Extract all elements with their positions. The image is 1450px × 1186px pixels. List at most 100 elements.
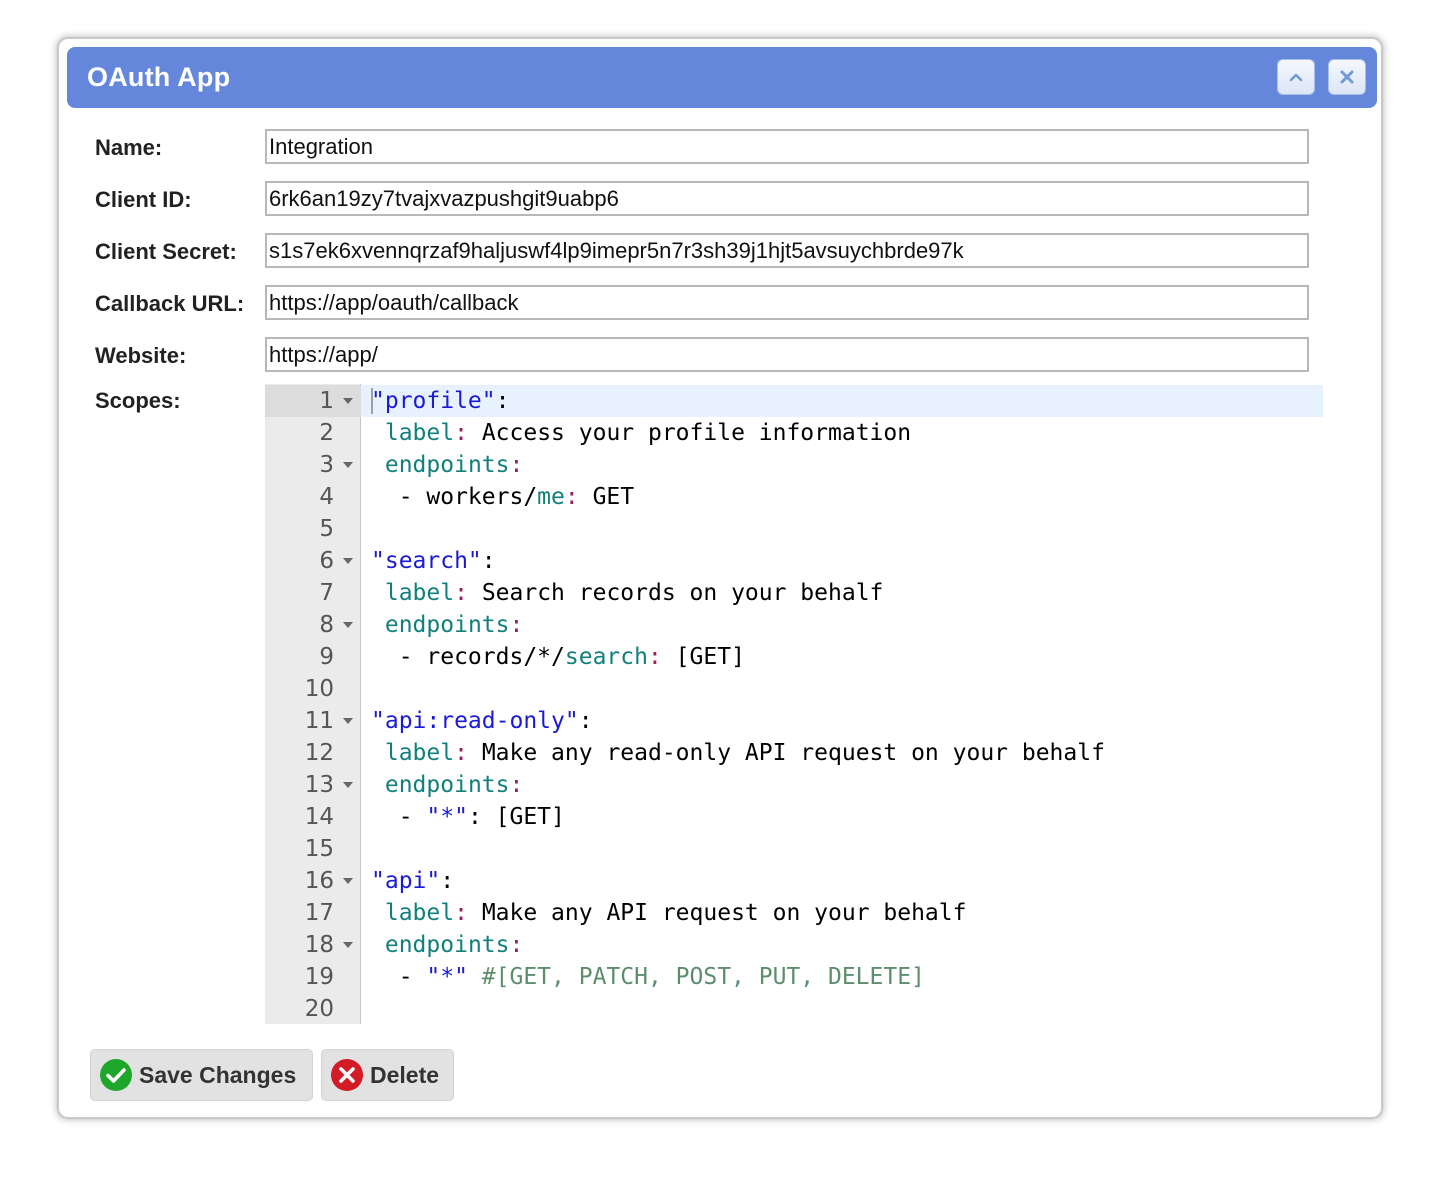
code-token: label <box>384 900 455 926</box>
code-token: : [GET] <box>467 804 565 830</box>
fold-toggle-icon[interactable] <box>343 462 353 468</box>
text-cursor <box>371 388 373 414</box>
code-text: label: Search records on your behalf <box>361 577 1323 609</box>
code-token: - <box>371 964 427 990</box>
code-token: "api" <box>371 868 441 894</box>
code-token: : <box>495 388 510 414</box>
line-number: 18 <box>265 929 361 961</box>
fold-toggle-icon[interactable] <box>343 558 353 564</box>
code-line[interactable]: 1 "profile": <box>265 385 1323 417</box>
website-input[interactable] <box>265 337 1309 372</box>
code-text: "profile": <box>361 385 1323 417</box>
fold-toggle-icon[interactable] <box>343 878 353 884</box>
name-input[interactable] <box>265 129 1309 164</box>
line-number: 14 <box>304 804 334 830</box>
line-number: 11 <box>265 705 361 737</box>
code-token: Make any API request on your behalf <box>467 900 967 926</box>
callback-url-input[interactable] <box>265 285 1309 320</box>
fold-toggle-icon[interactable] <box>343 782 353 788</box>
code-line[interactable]: 14 - "*": [GET] <box>265 801 1323 833</box>
callback-url-label: Callback URL: <box>95 291 245 316</box>
dialog-title: OAuth App <box>87 62 231 92</box>
fold-toggle-icon[interactable] <box>343 942 353 948</box>
code-token: "*" <box>426 804 468 830</box>
line-number: 4 <box>319 484 334 510</box>
client-id-input[interactable] <box>265 181 1309 216</box>
code-token: : <box>509 452 524 478</box>
client-secret-input[interactable] <box>265 233 1309 268</box>
save-changes-button[interactable]: Save Changes <box>90 1049 313 1101</box>
code-line[interactable]: 17 label: Make any API request on your b… <box>265 897 1323 929</box>
name-label: Name: <box>95 135 163 160</box>
code-line[interactable]: 12 label: Make any read-only API request… <box>265 737 1323 769</box>
code-line[interactable]: 5 <box>265 513 1323 545</box>
fold-toggle-icon[interactable] <box>343 622 353 628</box>
line-number: 9 <box>319 644 334 670</box>
line-number: 10 <box>304 676 334 702</box>
code-text: endpoints: <box>361 929 1323 961</box>
client-id-label: Client ID: <box>95 187 192 212</box>
fold-toggle-icon[interactable] <box>343 398 353 404</box>
close-button[interactable] <box>1328 59 1366 95</box>
code-token: search <box>564 644 648 670</box>
collapse-button[interactable] <box>1277 59 1315 95</box>
code-token: "api:read-only" <box>371 708 579 734</box>
code-token: [GET] <box>661 644 745 670</box>
code-token: #[GET, PATCH, POST, PUT, DELETE] <box>481 964 925 990</box>
code-line[interactable]: 4 - workers/me: GET <box>265 481 1323 513</box>
code-token: Access your profile information <box>467 420 912 446</box>
line-number: 2 <box>319 420 334 446</box>
oauth-app-dialog: OAuth App Name: Client ID: Client Secret… <box>58 38 1382 1118</box>
code-line[interactable]: 15 <box>265 833 1323 865</box>
code-line[interactable]: 7 label: Search records on your behalf <box>265 577 1323 609</box>
code-text: - "*": [GET] <box>361 801 1323 833</box>
delete-button[interactable]: Delete <box>321 1049 454 1101</box>
code-token: : <box>578 708 593 734</box>
code-text: endpoints: <box>361 769 1323 801</box>
code-token: "search" <box>371 548 482 574</box>
code-line[interactable]: 9 - records/*/search: [GET] <box>265 641 1323 673</box>
code-token: endpoints <box>384 452 510 478</box>
code-text: label: Access your profile information <box>361 417 1323 449</box>
code-line[interactable]: 2 label: Access your profile information <box>265 417 1323 449</box>
code-line[interactable]: 19 - "*" #[GET, PATCH, POST, PUT, DELETE… <box>265 961 1323 993</box>
code-text: - workers/me: GET <box>361 481 1323 513</box>
code-token: - workers/ <box>371 484 538 510</box>
scopes-code-editor[interactable]: 1 "profile": 2 label: Access your profile … <box>265 384 1323 1024</box>
line-number: 1 <box>265 385 361 417</box>
fold-toggle-icon[interactable] <box>343 718 353 724</box>
code-line[interactable]: 3 endpoints: <box>265 449 1323 481</box>
code-text: "search": <box>361 545 1323 577</box>
code-line[interactable]: 11 "api:read-only": <box>265 705 1323 737</box>
code-line[interactable]: 10 <box>265 673 1323 705</box>
x-circle-icon <box>331 1059 363 1091</box>
save-changes-label: Save Changes <box>139 1061 297 1088</box>
code-token: : <box>509 932 524 958</box>
code-text: endpoints: <box>361 449 1323 481</box>
dialog-titlebar[interactable]: OAuth App <box>67 47 1377 108</box>
line-number: 19 <box>304 964 334 990</box>
code-line[interactable]: 16 "api": <box>265 865 1323 897</box>
line-number: 15 <box>304 836 334 862</box>
website-label: Website: <box>95 343 187 368</box>
code-text: - records/*/search: [GET] <box>361 641 1323 673</box>
code-token: : <box>647 644 662 670</box>
code-text: "api:read-only": <box>361 705 1323 737</box>
code-line[interactable]: 20 <box>265 993 1323 1024</box>
code-line[interactable]: 8 endpoints: <box>265 609 1323 641</box>
line-number: 16 <box>265 865 361 897</box>
code-line[interactable]: 6 "search": <box>265 545 1323 577</box>
code-line[interactable]: 13 endpoints: <box>265 769 1323 801</box>
code-line[interactable]: 18 endpoints: <box>265 929 1323 961</box>
code-token: endpoints <box>384 612 510 638</box>
code-token: : <box>564 484 579 510</box>
